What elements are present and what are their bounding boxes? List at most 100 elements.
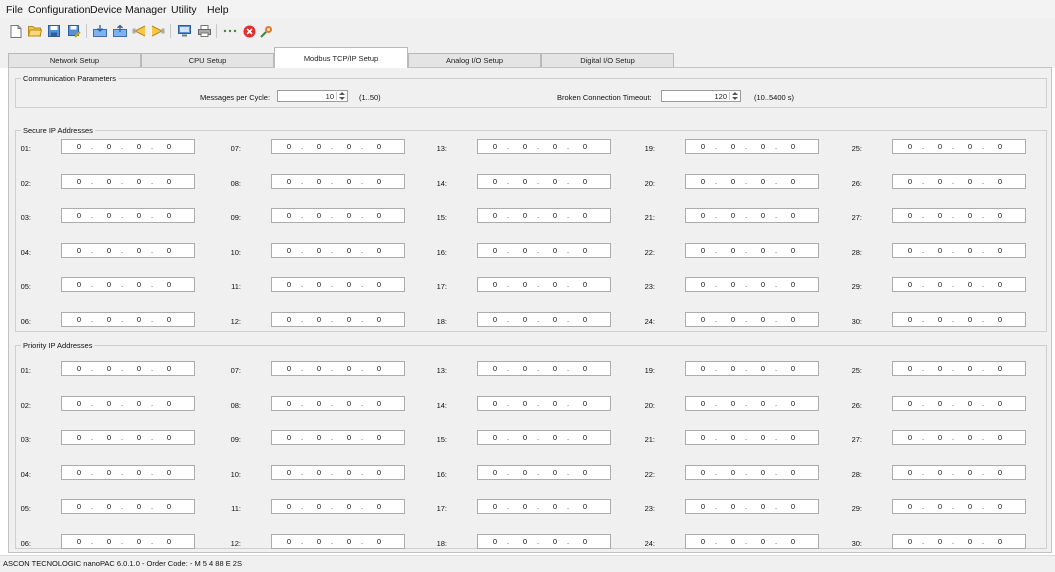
secure-ip-address-field[interactable]: 0. 0. 0. 0 [61, 311, 195, 327]
upload-icon[interactable] [131, 23, 147, 39]
ip-octet[interactable]: 0 [162, 177, 176, 186]
ip-octet[interactable]: 0 [162, 142, 176, 151]
ip-octet[interactable]: 0 [548, 468, 562, 477]
ip-octet[interactable]: 0 [72, 364, 86, 373]
ip-octet[interactable]: 0 [696, 177, 710, 186]
ip-octet[interactable]: 0 [726, 468, 740, 477]
ip-octet[interactable]: 0 [726, 246, 740, 255]
ip-octet[interactable]: 0 [726, 315, 740, 324]
ip-octet[interactable]: 0 [993, 537, 1007, 546]
secure-ip-address-field[interactable]: 0. 0. 0. 0 [685, 311, 819, 327]
ip-octet[interactable]: 0 [72, 502, 86, 511]
ip-octet[interactable]: 0 [696, 502, 710, 511]
tab-cpu-setup[interactable]: CPU Setup [141, 53, 274, 67]
ip-octet[interactable]: 0 [488, 502, 502, 511]
ip-octet[interactable]: 0 [993, 399, 1007, 408]
ip-octet[interactable]: 0 [342, 211, 356, 220]
ip-octet[interactable]: 0 [786, 280, 800, 289]
ip-octet[interactable]: 0 [756, 315, 770, 324]
ip-octet[interactable]: 0 [72, 399, 86, 408]
ip-octet[interactable]: 0 [696, 142, 710, 151]
ip-octet[interactable]: 0 [518, 399, 532, 408]
ip-octet[interactable]: 0 [696, 468, 710, 477]
ip-octet[interactable]: 0 [963, 142, 977, 151]
ip-octet[interactable]: 0 [372, 315, 386, 324]
ip-octet[interactable]: 0 [933, 468, 947, 477]
ip-octet[interactable]: 0 [993, 280, 1007, 289]
ip-octet[interactable]: 0 [726, 142, 740, 151]
secure-ip-address-field[interactable]: 0. 0. 0. 0 [477, 173, 611, 189]
ip-octet[interactable]: 0 [786, 537, 800, 546]
ip-octet[interactable]: 0 [518, 433, 532, 442]
tab-digital-io-setup[interactable]: Digital I/O Setup [541, 53, 674, 67]
secure-ip-address-field[interactable]: 0. 0. 0. 0 [61, 242, 195, 258]
ip-octet[interactable]: 0 [102, 211, 116, 220]
ip-octet[interactable]: 0 [372, 468, 386, 477]
ip-octet[interactable]: 0 [903, 537, 917, 546]
priority-ip-address-field[interactable]: 0. 0. 0. 0 [892, 464, 1026, 480]
menu-utility[interactable]: Utility [171, 4, 197, 16]
ip-octet[interactable]: 0 [993, 433, 1007, 442]
menu-configuration[interactable]: Configuration [28, 4, 90, 16]
ip-octet[interactable]: 0 [312, 315, 326, 324]
ip-octet[interactable]: 0 [756, 211, 770, 220]
ip-octet[interactable]: 0 [963, 537, 977, 546]
priority-ip-address-field[interactable]: 0. 0. 0. 0 [892, 361, 1026, 376]
ip-octet[interactable]: 0 [993, 177, 1007, 186]
ip-octet[interactable]: 0 [72, 537, 86, 546]
ip-octet[interactable]: 0 [726, 364, 740, 373]
ip-octet[interactable]: 0 [756, 280, 770, 289]
ip-octet[interactable]: 0 [162, 364, 176, 373]
ip-octet[interactable]: 0 [132, 315, 146, 324]
ip-octet[interactable]: 0 [756, 142, 770, 151]
ip-octet[interactable]: 0 [726, 399, 740, 408]
ip-octet[interactable]: 0 [488, 433, 502, 442]
priority-ip-address-field[interactable]: 0. 0. 0. 0 [685, 533, 819, 549]
ip-octet[interactable]: 0 [933, 502, 947, 511]
ip-octet[interactable]: 0 [786, 399, 800, 408]
ip-octet[interactable]: 0 [756, 502, 770, 511]
ip-octet[interactable]: 0 [726, 502, 740, 511]
ip-octet[interactable]: 0 [726, 537, 740, 546]
ip-octet[interactable]: 0 [102, 468, 116, 477]
ip-octet[interactable]: 0 [548, 315, 562, 324]
ip-octet[interactable]: 0 [726, 211, 740, 220]
ip-octet[interactable]: 0 [756, 364, 770, 373]
ip-octet[interactable]: 0 [372, 246, 386, 255]
ip-octet[interactable]: 0 [696, 399, 710, 408]
ip-octet[interactable]: 0 [282, 142, 296, 151]
ip-octet[interactable]: 0 [342, 433, 356, 442]
ip-octet[interactable]: 0 [102, 364, 116, 373]
ip-octet[interactable]: 0 [488, 211, 502, 220]
ip-octet[interactable]: 0 [696, 280, 710, 289]
ip-octet[interactable]: 0 [578, 502, 592, 511]
ip-octet[interactable]: 0 [132, 502, 146, 511]
ip-octet[interactable]: 0 [933, 211, 947, 220]
ip-octet[interactable]: 0 [933, 537, 947, 546]
secure-ip-address-field[interactable]: 0. 0. 0. 0 [61, 173, 195, 189]
priority-ip-address-field[interactable]: 0. 0. 0. 0 [685, 464, 819, 480]
ip-octet[interactable]: 0 [282, 502, 296, 511]
save-icon[interactable] [46, 23, 62, 39]
ip-octet[interactable]: 0 [132, 142, 146, 151]
ip-octet[interactable]: 0 [933, 433, 947, 442]
ip-octet[interactable]: 0 [903, 177, 917, 186]
ip-octet[interactable]: 0 [312, 537, 326, 546]
ip-octet[interactable]: 0 [162, 315, 176, 324]
ip-octet[interactable]: 0 [578, 433, 592, 442]
save-as-icon[interactable] [66, 23, 82, 39]
secure-ip-address-field[interactable]: 0. 0. 0. 0 [477, 277, 611, 292]
ip-octet[interactable]: 0 [578, 468, 592, 477]
secure-ip-address-field[interactable]: 0. 0. 0. 0 [892, 311, 1026, 327]
priority-ip-address-field[interactable]: 0. 0. 0. 0 [61, 499, 195, 514]
monitor-icon[interactable] [176, 23, 192, 39]
secure-ip-address-field[interactable]: 0. 0. 0. 0 [271, 242, 405, 258]
tab-analog-io-setup[interactable]: Analog I/O Setup [408, 53, 541, 67]
ip-octet[interactable]: 0 [963, 280, 977, 289]
ip-octet[interactable]: 0 [132, 177, 146, 186]
ip-octet[interactable]: 0 [963, 211, 977, 220]
ip-octet[interactable]: 0 [132, 537, 146, 546]
ip-octet[interactable]: 0 [372, 399, 386, 408]
ip-octet[interactable]: 0 [518, 246, 532, 255]
ip-octet[interactable]: 0 [963, 315, 977, 324]
